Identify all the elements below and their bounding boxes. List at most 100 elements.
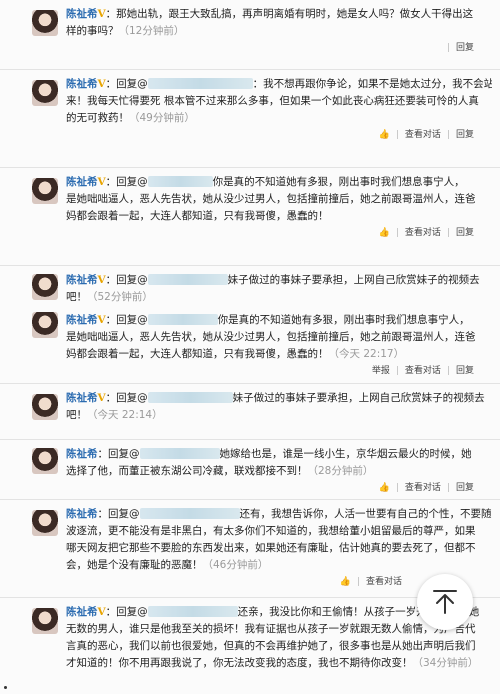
timestamp: （12分钟前）: [118, 25, 185, 37]
separator: |: [446, 228, 450, 238]
blurred-username: [139, 448, 220, 459]
reply-prefix: ：回复@: [105, 314, 148, 326]
report-link[interactable]: 举报: [372, 366, 390, 376]
blurred-username: [147, 78, 253, 89]
timestamp: （46分钟前）: [202, 559, 269, 571]
comment-item: 陈祉希V：回复@ 妹子做过的事妹子要承担，上网自己欣赏妹子的视频去 吧！（今天 2…: [0, 384, 500, 440]
comment-item: 陈祉希V：回复@ 你是真的不知道她有多狠，刚出事时我们想息事宁人， 是她咄咄逼人，…: [0, 306, 500, 384]
username[interactable]: 陈祉希: [66, 508, 98, 520]
reply-link[interactable]: 回复: [456, 228, 474, 238]
timestamp: （28分钟前）: [307, 465, 374, 477]
avatar[interactable]: [32, 274, 58, 300]
separator: |: [395, 366, 399, 376]
reply-prefix: ：回复@: [97, 508, 140, 520]
comment-text: 妹子做过的事妹子要承担，上网自己欣赏妹子的视频去: [232, 392, 485, 404]
avatar[interactable]: [32, 394, 58, 420]
separator: |: [446, 130, 450, 140]
arrow-up-icon: [433, 590, 457, 614]
comment-text: 才知道的！你不用再跟我说了，你无法改变我的态度，我也不期待你改变！: [66, 657, 413, 669]
timestamp: （52分钟前）: [87, 291, 153, 303]
comment-text: ：那她出轨，跟王大致乱搞，再声明离婚有明时，她是女人吗？做女人干得出这: [105, 8, 474, 20]
reply-prefix: ：回复@: [97, 448, 140, 460]
like-icon[interactable]: 👍: [379, 228, 390, 238]
comment-text: 还有，我想告诉你，人活一世要有自己的个性，不要随: [239, 508, 492, 520]
reply-link[interactable]: 回复: [456, 43, 474, 53]
avatar[interactable]: [32, 608, 58, 634]
comment-item: 陈祉希V：回复@ 妹子做过的事妹子要承担，上网自己欣赏妹子的视频去 吧！（52分钟…: [0, 266, 500, 306]
verified-icon: V: [97, 314, 106, 326]
comment-item: 陈祉希V：那她出轨，跟王大致乱搞，再声明离婚有明时，她是女人吗？做女人干得出这 …: [0, 0, 500, 70]
comment-text: 她嫁给也是，谁是一线小生，京华烟云最火的时候，她: [219, 448, 472, 460]
username[interactable]: 陈祉希: [66, 176, 98, 188]
like-icon[interactable]: 👍: [379, 130, 390, 140]
verified-icon: V: [97, 8, 106, 20]
comment-text: 你是真的不知道她有多狠，刚出事时我们想息事宁人，: [212, 176, 465, 188]
timestamp: （49分钟前）: [129, 112, 195, 124]
reply-prefix: ：回复@: [105, 176, 148, 188]
blurred-username: [147, 176, 213, 187]
reply-prefix: ：回复@: [105, 606, 148, 618]
comment-text: 哪天网友把它那些不要脸的东西发出来，如果她还有廉耻，估计她真的要去死了，但都不: [66, 542, 476, 554]
reply-prefix: ：回复@: [105, 78, 148, 90]
separator: |: [395, 130, 399, 140]
comment-item: 陈祉希：回复@ 她嫁给也是，谁是一线小生，京华烟云最火的时候，她 选择了他，而董正…: [0, 440, 500, 500]
reply-prefix: ：回复@: [105, 274, 148, 286]
comment-item: 陈祉希V：回复@ 你是真的不知道她有多狠，刚出事时我们想息事宁人， 是她咄咄逼人，…: [0, 168, 500, 266]
avatar[interactable]: [32, 312, 58, 338]
view-conversation-link[interactable]: 查看对话: [405, 366, 441, 376]
timestamp: （今天 22:14）: [87, 409, 163, 421]
verified-icon: V: [97, 176, 106, 188]
comment-item: 陈祉希V：回复@ ：我不想再跟你争论，如果不是她太过分，我不会站出 来！我每天忙得…: [0, 70, 500, 168]
comment-text: 来！我每天忙得要死 根本管不过来那么多事，但如果一个如此丧心病狂还要装可怜的人真: [66, 95, 479, 107]
comment-text: 言真的恶心，我们以前也很爱她，但真的不会再维护她了，很多事也是从她出声明后我们: [66, 640, 476, 652]
like-icon[interactable]: 👍: [379, 483, 390, 493]
reply-link[interactable]: 回复: [456, 366, 474, 376]
username[interactable]: 陈祉希: [66, 314, 98, 326]
comment-actions: 👍 | 查看对话 | 回复: [66, 127, 492, 142]
separator: |: [446, 366, 450, 376]
separator: |: [446, 483, 450, 493]
username[interactable]: 陈祉希: [66, 392, 98, 404]
blurred-username: [147, 392, 233, 403]
verified-icon: V: [97, 606, 106, 618]
view-conversation-link[interactable]: 查看对话: [405, 228, 441, 238]
comment-text: 妈都会跟着一起，大连人都知道，只有我哥傻，愚蠢的！: [66, 210, 329, 222]
avatar[interactable]: [32, 510, 58, 536]
avatar[interactable]: [32, 448, 58, 474]
like-icon[interactable]: 👍: [340, 577, 351, 587]
comment-text: 样的事吗？: [66, 25, 119, 37]
username[interactable]: 陈祉希: [66, 78, 98, 90]
weibo-comment-page: 陈祉希V：那她出轨，跟王大致乱搞，再声明离婚有明时，她是女人吗？做女人干得出这 …: [0, 0, 500, 694]
comment-text: 吧！: [66, 291, 87, 303]
username[interactable]: 陈祉希: [66, 8, 98, 20]
blurred-username: [139, 508, 240, 519]
blurred-username: [147, 606, 238, 617]
reply-link[interactable]: 回复: [456, 130, 474, 140]
comment-actions: 👍 | 查看对话 | 回复: [66, 225, 492, 240]
view-conversation-link[interactable]: 查看对话: [405, 130, 441, 140]
view-conversation-link[interactable]: 查看对话: [405, 483, 441, 493]
avatar[interactable]: [32, 10, 58, 36]
comment-text: 吧！: [66, 409, 87, 421]
avatar[interactable]: [32, 178, 58, 204]
page-dot: [4, 686, 7, 689]
comment-text: ：我不想再跟你争论，如果不是她太过分，我不会站出: [252, 78, 492, 90]
comment-actions: 举报 | 查看对话 | 回复: [66, 363, 492, 378]
comment-text: 是她咄咄逼人，恶人先告状，她从没少过男人，包括撞前撞后，她之前跟哥温州人，连爸: [66, 331, 476, 343]
username[interactable]: 陈祉希: [66, 448, 98, 460]
username[interactable]: 陈祉希: [66, 606, 98, 618]
blurred-username: [147, 314, 218, 325]
reply-link[interactable]: 回复: [456, 483, 474, 493]
separator: |: [356, 577, 360, 587]
verified-icon: V: [97, 274, 106, 286]
verified-icon: V: [97, 78, 106, 90]
comment-text: 你是真的不知道她有多狠，刚出事时我们想息事宁人，: [217, 314, 470, 326]
separator: |: [395, 483, 399, 493]
comment-text: 是她咄咄逼人，恶人先告状，她从没少过男人，包括撞前撞后，她之前跟哥温州人，连爸: [66, 193, 476, 205]
username[interactable]: 陈祉希: [66, 274, 98, 286]
view-conversation-link[interactable]: 查看对话: [366, 577, 402, 587]
comment-text: 妈都会跟着一起，大连人都知道，只有我哥傻，愚蠢的！: [66, 348, 329, 360]
comment-actions: | 回复: [66, 40, 492, 55]
scroll-to-top-button[interactable]: [417, 574, 473, 630]
avatar[interactable]: [32, 80, 58, 106]
